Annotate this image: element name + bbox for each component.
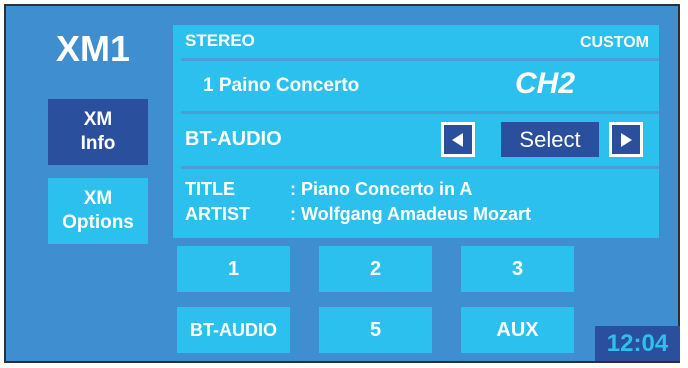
track-label: 1 Paino Concerto (203, 75, 360, 96)
clock-display: 12:04 (595, 326, 680, 361)
divider (181, 111, 659, 114)
title-row: TITLE : Piano Concerto in A (185, 179, 472, 200)
triangle-left-icon (452, 132, 463, 147)
source-label: BT-AUDIO (185, 128, 282, 150)
triangle-right-icon (621, 132, 632, 147)
xm-options-button[interactable]: XM Options (48, 178, 148, 244)
eq-mode-label: CUSTOM (579, 34, 649, 51)
next-source-button[interactable] (609, 122, 643, 157)
preset-button-2[interactable]: 2 (319, 246, 432, 292)
select-button[interactable]: Select (501, 122, 599, 157)
head-unit-screen: XM1 XM Info XM Options STEREO CUSTOM 1 P… (4, 4, 680, 363)
preset-button-3[interactable]: 3 (461, 246, 574, 292)
title-value: : Piano Concerto in A (290, 179, 473, 199)
xm-info-button[interactable]: XM Info (48, 99, 148, 165)
audio-mode-label: STEREO (185, 31, 255, 50)
artist-value: : Wolfgang Amadeus Mozart (290, 204, 532, 224)
divider (181, 166, 659, 169)
preset-button-1[interactable]: 1 (177, 246, 290, 292)
artist-key: ARTIST (185, 204, 250, 224)
channel-label: CH2 (515, 67, 576, 100)
preset-button-aux[interactable]: AUX (461, 307, 574, 353)
title-key: TITLE (185, 179, 235, 199)
divider (181, 58, 659, 61)
artist-row: ARTIST : Wolfgang Amadeus Mozart (185, 204, 531, 225)
prev-source-button[interactable] (441, 122, 475, 157)
preset-button-5[interactable]: 5 (319, 307, 432, 353)
now-playing-panel: STEREO CUSTOM 1 Paino Concerto CH2 BT-AU… (173, 25, 659, 238)
preset-button-bt-audio[interactable]: BT-AUDIO (177, 307, 290, 353)
app-title: XM1 (56, 28, 131, 69)
